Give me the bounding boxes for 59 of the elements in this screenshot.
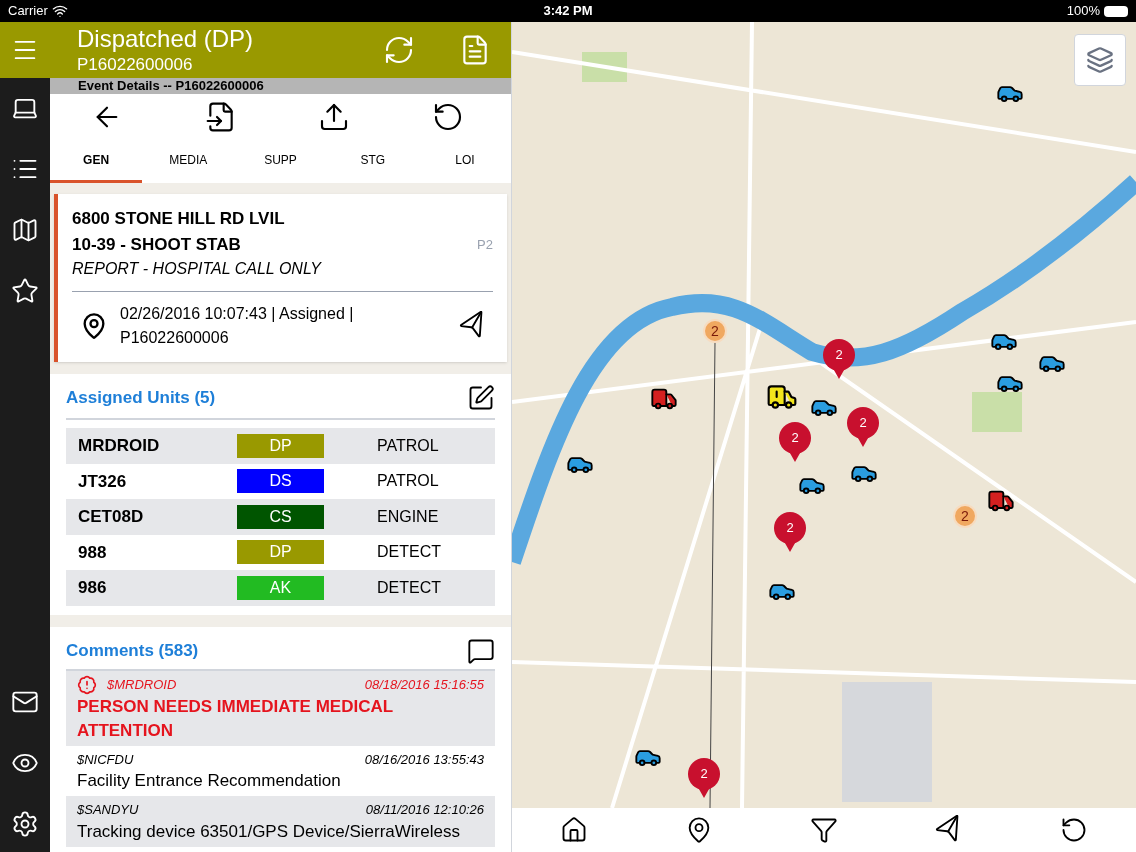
comment-text: Tracking device 63501/GPS Device/SierraWireless — [77, 820, 461, 843]
event-note: REPORT - HOSPITAL CALL ONLY — [72, 257, 493, 292]
unit-row[interactable]: CET08D CS ENGINE — [66, 499, 495, 535]
unit-name: MRDROID — [77, 435, 161, 457]
map-icon[interactable] — [11, 216, 39, 244]
priority-label: P2 — [477, 235, 493, 254]
unit-row[interactable]: MRDROID DP PATROL — [66, 428, 495, 464]
unit-name: 986 — [77, 577, 108, 599]
tab[interactable]: LOI — [418, 140, 511, 183]
location-event-number: P16022600006 — [120, 328, 230, 348]
unit-type: ENGINE — [377, 506, 439, 527]
unit-type: DETECT — [377, 577, 441, 598]
unit-type: PATROL — [377, 435, 439, 456]
filter-icon[interactable] — [810, 816, 838, 844]
status-tag: AK — [237, 575, 324, 600]
event-type: 10-39 - SHOOT STAB — [72, 233, 241, 256]
unit-type: PATROL — [377, 471, 439, 492]
event-number: P16022600006 — [77, 54, 194, 76]
event-details-bar: Event Details -- P16022600006 — [50, 78, 511, 94]
battery-percent: 100% — [1066, 2, 1100, 21]
unit-row[interactable]: 986 AK DETECT — [66, 570, 495, 606]
location-info: 02/26/2016 10:07:43 | Assigned | — [120, 304, 355, 324]
status-tag: CS — [237, 504, 324, 529]
unit-name: CET08D — [77, 506, 145, 528]
alert-icon — [77, 674, 97, 695]
status-title: Dispatched (DP) — [77, 24, 255, 55]
battery-icon — [1104, 5, 1128, 17]
comment-author: $SANDYU — [77, 801, 140, 819]
comment-time: 08/18/2016 15:16:55 — [364, 675, 484, 694]
tab[interactable]: SUPP — [234, 140, 327, 183]
edit-icon[interactable] — [467, 384, 495, 412]
star-icon[interactable] — [11, 277, 39, 305]
comment-time: 08/16/2016 13:55:43 — [364, 750, 484, 769]
layers-icon — [1086, 46, 1114, 74]
sync-icon[interactable] — [383, 34, 415, 66]
clock-time: 3:42 PM — [543, 2, 593, 21]
status-tag: DP — [237, 540, 324, 565]
unit-type: DETECT — [377, 542, 441, 563]
comment-text: Facility Entrance Recommendation — [77, 770, 342, 792]
carrier-label: Carrier — [8, 2, 48, 21]
settings-icon[interactable] — [11, 810, 39, 838]
comment-item[interactable]: $SANDYU 08/11/2016 12:10:26 Tracking device 63501/GPS Device/SierraWireless — [66, 796, 495, 847]
wifi-icon — [51, 3, 68, 19]
comment-item[interactable]: $MRDROID 08/18/2016 15:16:55 PERSON NEEDS IMMEDIATE MEDICAL ATTENTION — [66, 670, 495, 746]
tab[interactable]: STG — [326, 140, 419, 183]
status-tag: DS — [237, 469, 324, 494]
comment-author: $NICFDU — [77, 750, 135, 769]
comment-time: 08/11/2016 12:10:26 — [365, 801, 484, 819]
layers-button[interactable] — [1074, 34, 1126, 86]
event-address: 6800 STONE HILL RD LVIL — [72, 208, 286, 230]
section-heading: Assigned Units (5) — [66, 387, 216, 410]
tab[interactable]: MEDIA — [142, 140, 235, 183]
unit-name: JT326 — [77, 470, 128, 493]
section-heading: Comments (583) — [66, 639, 199, 662]
unit-name: 988 — [77, 541, 108, 564]
comment-author: $MRDROID — [107, 675, 178, 694]
comment-text: PERSON NEEDS IMMEDIATE MEDICAL ATTENTION — [77, 695, 394, 742]
status-tag: DP — [237, 433, 324, 458]
tab[interactable]: GEN — [50, 140, 143, 183]
